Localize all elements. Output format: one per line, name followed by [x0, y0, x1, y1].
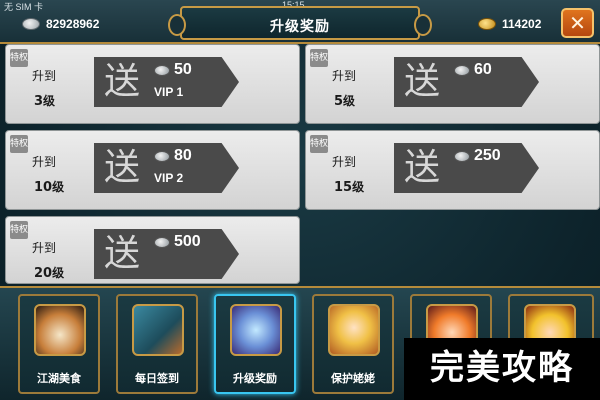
- menu-item-label: 保护姥姥: [331, 372, 375, 385]
- menu-item-daily-checkin[interactable]: 每日签到: [116, 294, 198, 394]
- reward-amount: 50: [174, 61, 192, 78]
- site-watermark: 完美攻略: [404, 338, 600, 400]
- menu-item-protect-granny[interactable]: 保护姥姥: [312, 294, 394, 394]
- menu-item-food[interactable]: 江湖美食: [18, 294, 100, 394]
- reward-card-level-3[interactable]: 特权 升到 3级 送 50 VIP 1: [5, 44, 300, 124]
- gift-glyph: 送: [404, 61, 441, 102]
- privilege-tag: 特权: [310, 135, 328, 153]
- top-bar: 无 SIM 卡 15:15 82928962 升级奖励 114202 ✕: [0, 0, 600, 44]
- silver-coin-icon: [22, 18, 40, 30]
- title-plate: 升级奖励: [168, 6, 432, 40]
- reward-prefix: 升到: [32, 155, 57, 169]
- reward-level: 15级: [334, 180, 365, 195]
- vip-badge: VIP 2: [154, 171, 184, 185]
- reward-amount: 60: [474, 61, 492, 78]
- reward-card-level-10[interactable]: 特权 升到 10级 送 80 VIP 2: [5, 130, 300, 210]
- gold-currency: 114202: [478, 14, 541, 34]
- reward-prefix: 升到: [332, 155, 357, 169]
- gift-ribbon: 送 250: [394, 143, 539, 193]
- gift-ribbon: 送 500: [94, 229, 239, 279]
- scroll-bundle-icon: [132, 304, 184, 356]
- reward-level: 3级: [34, 94, 56, 109]
- reward-level: 5级: [334, 94, 356, 109]
- reward-level: 10级: [34, 180, 65, 195]
- silver-coin-icon: [154, 65, 170, 76]
- reward-prefix: 升到: [32, 69, 57, 83]
- reward-panel: 特权 升到 3级 送 50 VIP 1 特权 升到 5级 送 60 特权 升到 …: [5, 44, 600, 284]
- silver-coin-icon: [454, 65, 470, 76]
- reward-prefix: 升到: [332, 69, 357, 83]
- gold-amount: 114202: [502, 17, 542, 31]
- reward-card-level-5[interactable]: 特权 升到 5级 送 60: [305, 44, 600, 124]
- ramen-bowl-icon: [34, 304, 86, 356]
- silver-amount: 82928962: [46, 17, 100, 31]
- reward-amount: 500: [174, 233, 201, 250]
- game-screen: 无 SIM 卡 15:15 82928962 升级奖励 114202 ✕ 特权 …: [0, 0, 600, 400]
- treasure-chest-icon: [230, 304, 282, 356]
- silver-coin-icon: [154, 237, 170, 248]
- reward-card-level-15[interactable]: 特权 升到 15级 送 250: [305, 130, 600, 210]
- gift-glyph: 送: [104, 61, 141, 102]
- privilege-tag: 特权: [10, 221, 28, 239]
- gift-ribbon: 送 80 VIP 2: [94, 143, 239, 193]
- privilege-tag: 特权: [310, 49, 328, 67]
- menu-item-label: 江湖美食: [37, 372, 81, 385]
- carrier-text: 无 SIM 卡: [4, 2, 44, 12]
- reward-amount: 80: [174, 147, 192, 164]
- reward-card-level-20[interactable]: 特权 升到 20级 送 500: [5, 216, 300, 284]
- menu-item-label: 每日签到: [135, 372, 179, 385]
- silver-coin-icon: [154, 151, 170, 162]
- menu-item-label: 升级奖励: [233, 372, 277, 385]
- gift-glyph: 送: [404, 147, 441, 188]
- vip-badge: VIP 1: [154, 85, 184, 99]
- reward-prefix: 升到: [32, 241, 57, 255]
- reward-level: 20级: [34, 266, 65, 281]
- gold-coin-icon: [478, 18, 496, 30]
- reward-amount: 250: [474, 147, 501, 164]
- gift-glyph: 送: [104, 147, 141, 188]
- page-title: 升级奖励: [270, 19, 330, 35]
- close-button[interactable]: ✕: [561, 8, 594, 38]
- silver-coin-icon: [454, 151, 470, 162]
- privilege-tag: 特权: [10, 135, 28, 153]
- silver-currency: 82928962: [22, 14, 99, 34]
- gift-ribbon: 送 50 VIP 1: [94, 57, 239, 107]
- privilege-tag: 特权: [10, 49, 28, 67]
- blonde-girl-portrait-icon: [328, 304, 380, 356]
- menu-item-level-rewards[interactable]: 升级奖励: [214, 294, 296, 394]
- close-icon: ✕: [569, 11, 586, 35]
- gift-ribbon: 送 60: [394, 57, 539, 107]
- gift-glyph: 送: [104, 233, 141, 274]
